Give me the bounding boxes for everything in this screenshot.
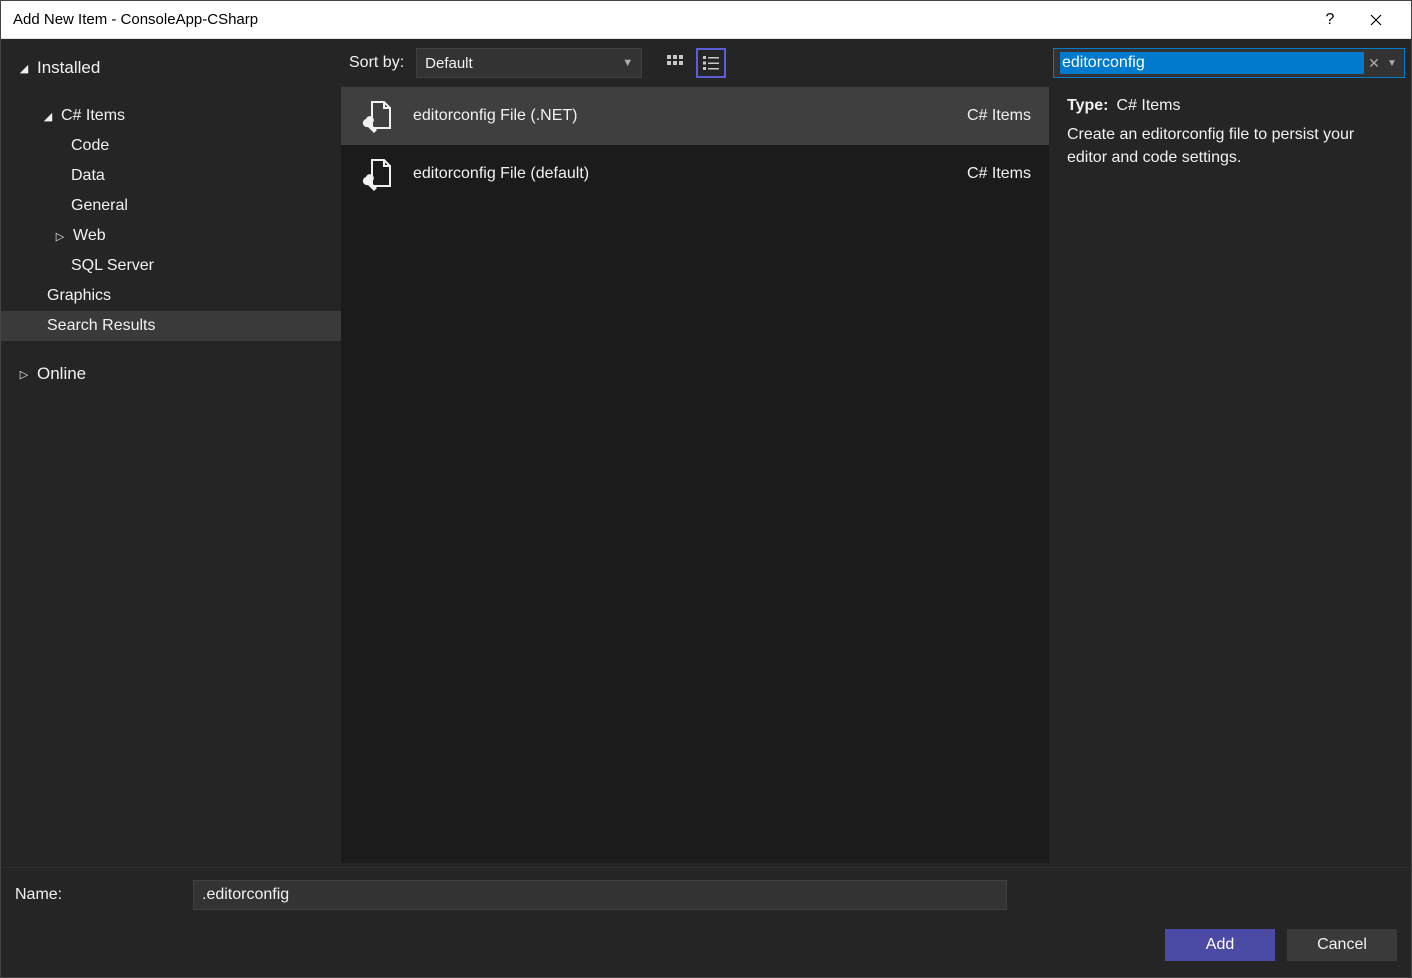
- cancel-button-label: Cancel: [1317, 936, 1367, 954]
- list-icon: [702, 54, 720, 72]
- view-list-button[interactable]: [696, 48, 726, 78]
- help-button[interactable]: ?: [1307, 1, 1353, 39]
- mid-split: editorconfig File (.NET) C# Items: [341, 87, 1411, 867]
- search-input[interactable]: editorconfig: [1060, 52, 1364, 74]
- tree-item-search-results[interactable]: Search Results: [1, 311, 341, 341]
- tree-label: Online: [37, 364, 86, 384]
- tree-item-sql-server[interactable]: SQL Server: [1, 251, 341, 281]
- template-item-editorconfig-net[interactable]: editorconfig File (.NET) C# Items: [341, 87, 1049, 145]
- details-type-value: C# Items: [1116, 97, 1180, 115]
- content-area: ◢ Installed ◢ C# Items Code Data General: [1, 39, 1411, 867]
- add-button[interactable]: Add: [1165, 929, 1275, 961]
- titlebar: Add New Item - ConsoleApp-CSharp ?: [1, 1, 1411, 39]
- expand-right-icon: ▷: [17, 368, 31, 381]
- tree-item-graphics[interactable]: Graphics: [1, 281, 341, 311]
- template-category: C# Items: [967, 107, 1031, 125]
- tree-label: C# Items: [61, 107, 125, 125]
- tree-item-csharp-items[interactable]: ◢ C# Items: [1, 101, 341, 131]
- tree-item-installed[interactable]: ◢ Installed: [1, 53, 341, 83]
- view-grid-button[interactable]: [660, 48, 690, 78]
- details-description: Create an editorconfig file to persist y…: [1067, 123, 1397, 169]
- file-wrench-icon: [359, 98, 395, 134]
- name-label: Name:: [15, 886, 177, 904]
- tree-label: SQL Server: [71, 257, 154, 275]
- tree-label: Search Results: [47, 317, 156, 335]
- help-icon: ?: [1326, 11, 1335, 29]
- tree-item-code[interactable]: Code: [1, 131, 341, 161]
- search-input-wrapper[interactable]: editorconfig ✕ ▼: [1053, 48, 1405, 78]
- expand-down-icon: ◢: [41, 110, 55, 123]
- name-input[interactable]: [193, 880, 1007, 910]
- tree-label: Graphics: [47, 287, 111, 305]
- file-wrench-icon: [359, 156, 395, 192]
- template-label: editorconfig File (default): [413, 165, 949, 183]
- tree-label: Code: [71, 137, 109, 155]
- details-type-key: Type:: [1067, 97, 1108, 115]
- sort-by-value: Default: [425, 55, 473, 72]
- clear-search-button[interactable]: ✕: [1364, 49, 1384, 77]
- tree-item-online[interactable]: ▷ Online: [1, 359, 341, 389]
- close-button[interactable]: [1353, 1, 1399, 39]
- details-pane: Type: C# Items Create an editorconfig fi…: [1053, 87, 1411, 867]
- cancel-button[interactable]: Cancel: [1287, 929, 1397, 961]
- sort-by-label: Sort by:: [349, 54, 404, 72]
- main-area: Sort by: Default ▼: [341, 39, 1411, 867]
- template-category: C# Items: [967, 165, 1031, 183]
- template-list: editorconfig File (.NET) C# Items: [341, 87, 1049, 863]
- button-row: Add Cancel: [1, 922, 1411, 977]
- toolbar-row: Sort by: Default ▼: [341, 39, 1411, 87]
- view-toggle-group: [660, 48, 726, 78]
- chevron-down-icon: ▼: [1387, 58, 1397, 69]
- template-item-editorconfig-default[interactable]: editorconfig File (default) C# Items: [341, 145, 1049, 203]
- expand-down-icon: ◢: [17, 62, 31, 75]
- close-icon: ✕: [1368, 55, 1380, 72]
- expand-right-icon: ▷: [53, 230, 67, 243]
- close-icon: [1370, 14, 1382, 26]
- add-button-label: Add: [1206, 936, 1234, 954]
- category-tree: ◢ Installed ◢ C# Items Code Data General: [1, 39, 341, 867]
- window-title: Add New Item - ConsoleApp-CSharp: [13, 11, 258, 28]
- dialog-body: ◢ Installed ◢ C# Items Code Data General: [1, 39, 1411, 977]
- tree-label: Installed: [37, 58, 100, 78]
- footer: Name: Add Cancel: [1, 867, 1411, 977]
- tree-item-web[interactable]: ▷ Web: [1, 221, 341, 251]
- chevron-down-icon: ▼: [622, 57, 633, 69]
- tree-item-general[interactable]: General: [1, 191, 341, 221]
- sort-by-select[interactable]: Default ▼: [416, 48, 642, 78]
- template-label: editorconfig File (.NET): [413, 107, 949, 125]
- tree-item-data[interactable]: Data: [1, 161, 341, 191]
- grid-icon: [666, 54, 684, 72]
- tree-label: General: [71, 197, 128, 215]
- details-type-row: Type: C# Items: [1067, 97, 1397, 115]
- dialog-window: Add New Item - ConsoleApp-CSharp ? ◢ Ins…: [0, 0, 1412, 978]
- search-dropdown-button[interactable]: ▼: [1384, 49, 1400, 77]
- tree-label: Web: [73, 227, 106, 245]
- name-row: Name:: [1, 868, 1411, 922]
- tree-label: Data: [71, 167, 105, 185]
